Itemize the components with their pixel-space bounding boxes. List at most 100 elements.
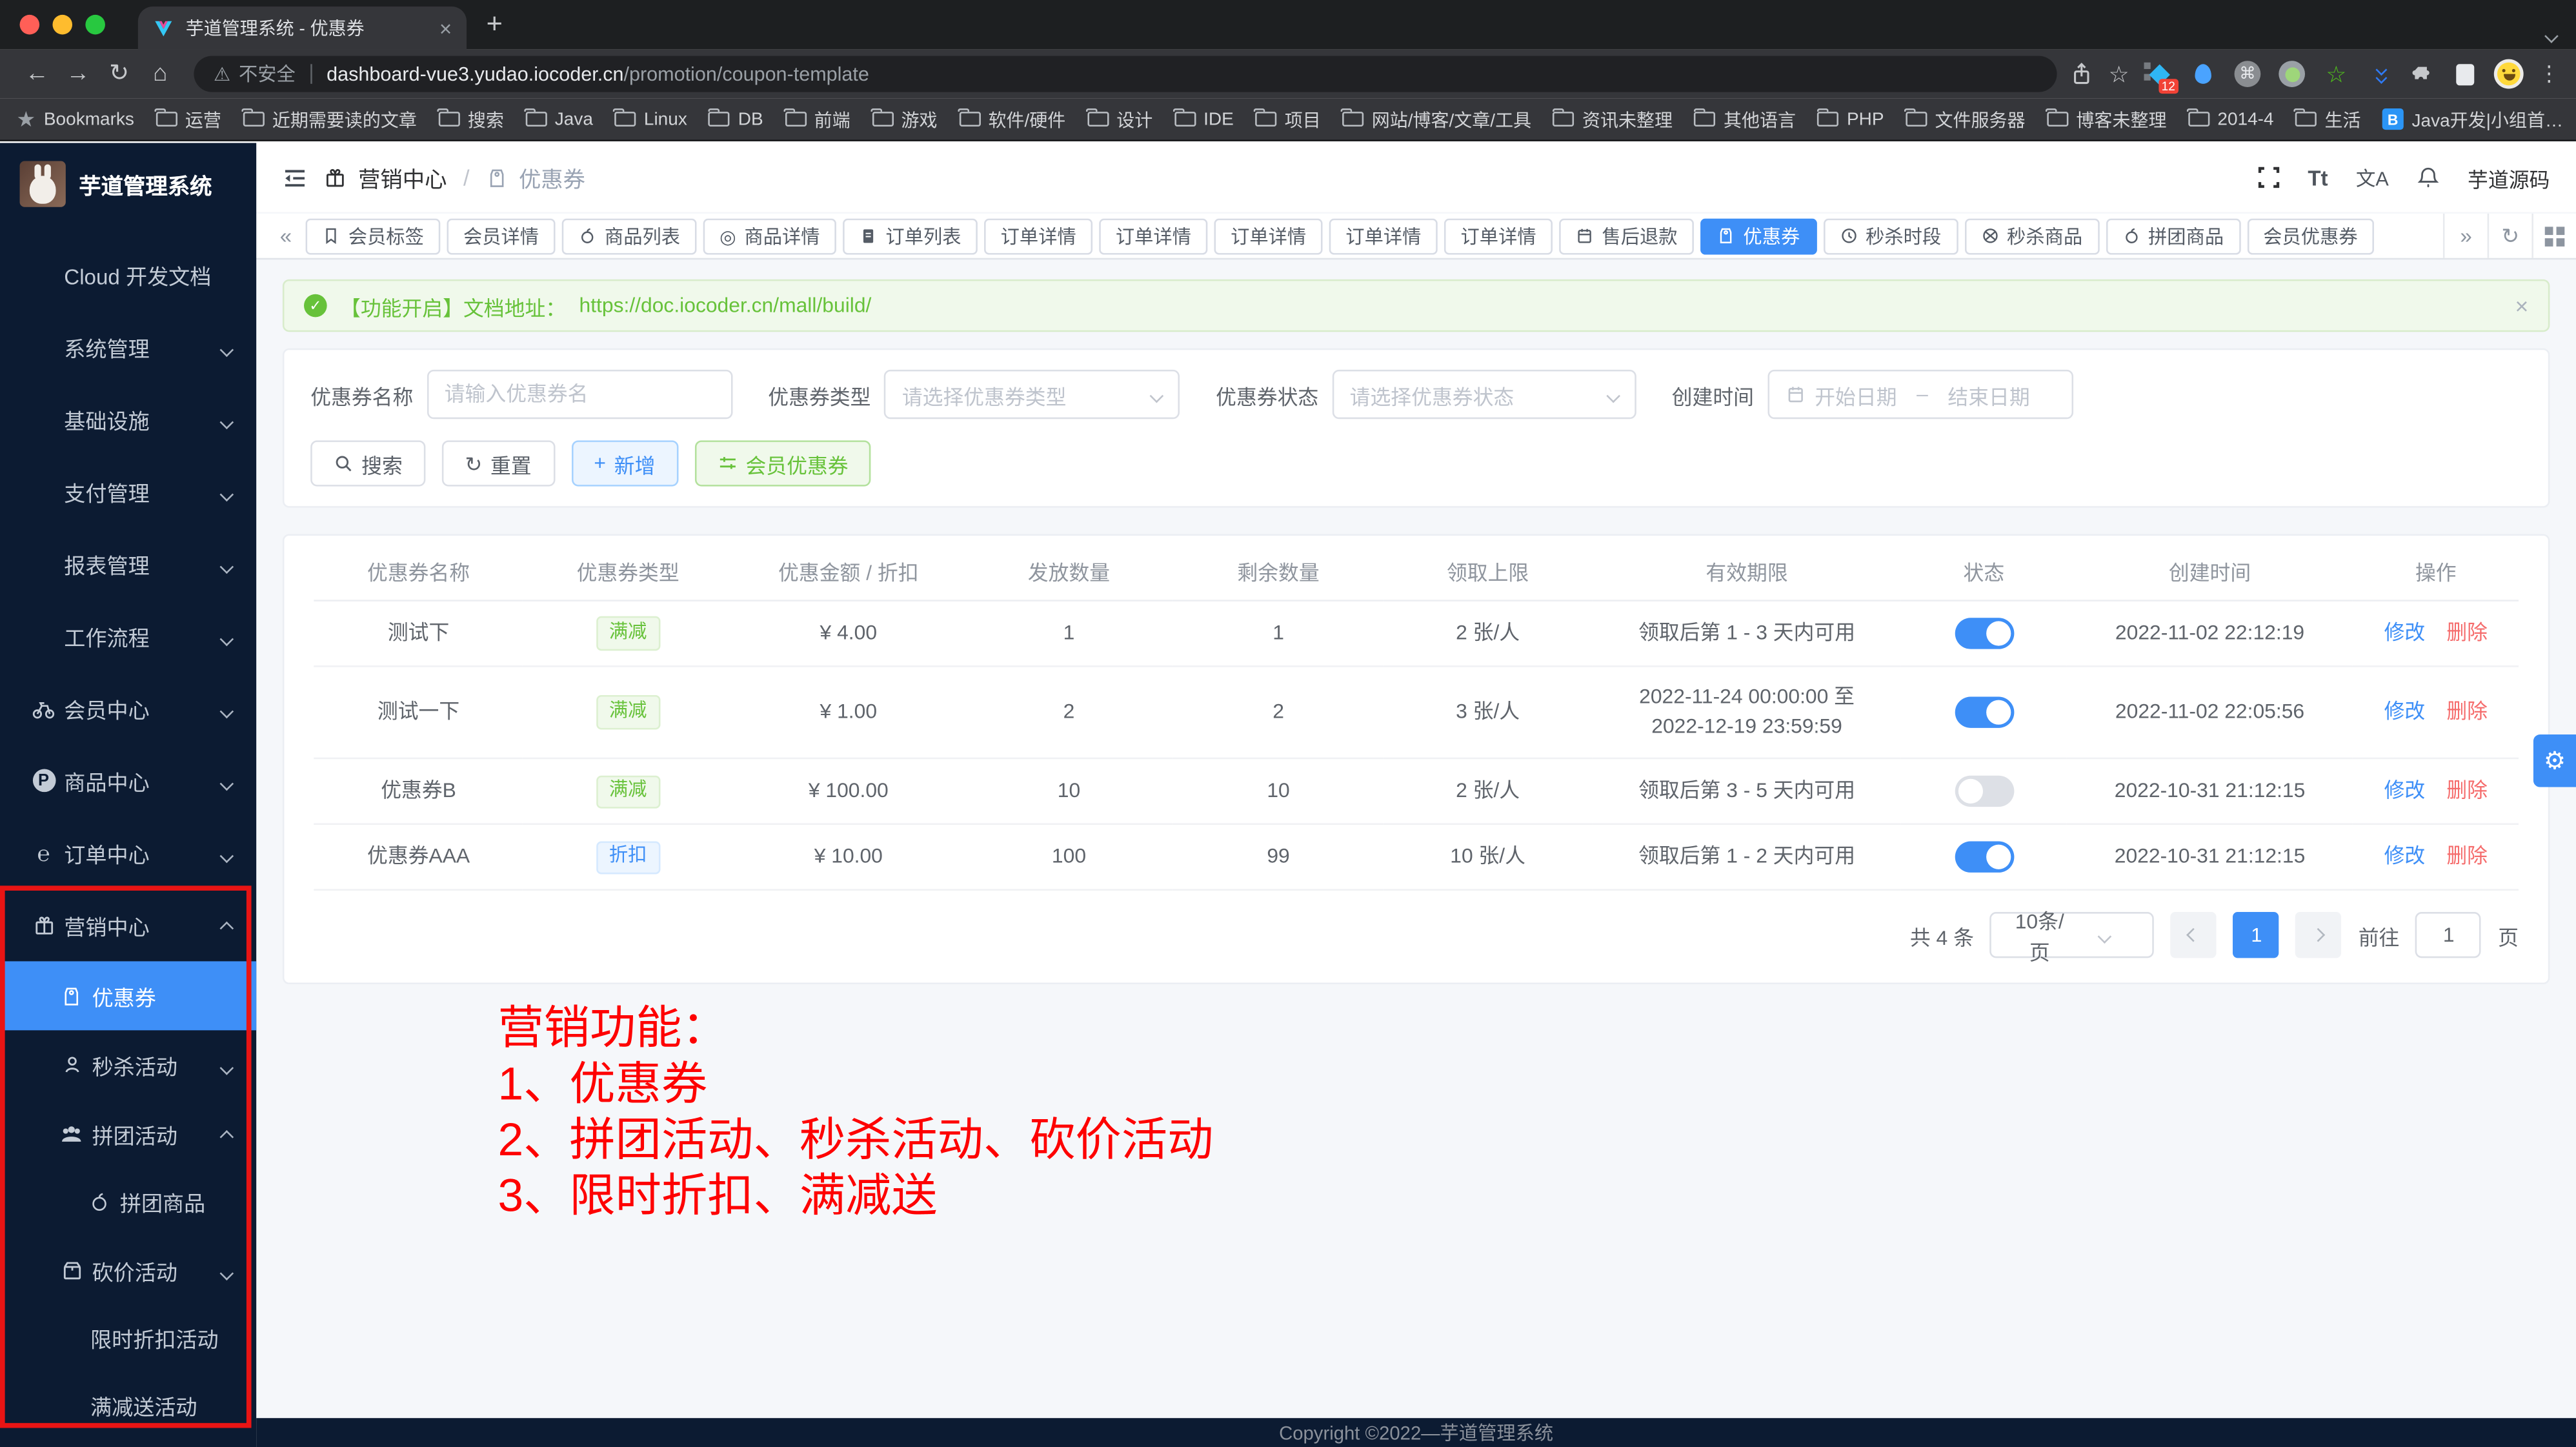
tag-order-detail[interactable]: 订单详情 bbox=[984, 218, 1092, 254]
status-toggle[interactable] bbox=[1955, 842, 2014, 873]
sidebar-item-product[interactable]: P 商品中心 bbox=[0, 744, 256, 816]
bookmark-folder[interactable]: DB bbox=[709, 109, 763, 129]
bookmark-star-icon[interactable]: ☆ bbox=[2109, 60, 2129, 88]
edit-link[interactable]: 修改 bbox=[2384, 779, 2426, 802]
refresh-page-icon[interactable]: ↻ bbox=[2488, 214, 2532, 258]
page-size-select[interactable]: 10条/页 bbox=[1990, 912, 2155, 958]
bookmark-folder[interactable]: 2014-4 bbox=[2188, 109, 2274, 129]
extension-command-icon[interactable]: ⌘ bbox=[2233, 59, 2262, 89]
tag-member-coupon[interactable]: 会员优惠券 bbox=[2247, 218, 2374, 254]
status-toggle[interactable] bbox=[1955, 617, 2014, 648]
status-toggle[interactable] bbox=[1955, 696, 2014, 727]
zoom-window-button[interactable] bbox=[85, 15, 105, 35]
browser-menu-icon[interactable]: ⋮ bbox=[2539, 61, 2560, 87]
sidebar-item-groupbuy-product[interactable]: 拼团商品 bbox=[0, 1168, 256, 1235]
bookmark-folder[interactable]: 文件服务器 bbox=[1906, 106, 2026, 132]
sidebar-item-order[interactable]: ℮ 订单中心 bbox=[0, 816, 256, 889]
bookmark-folder[interactable]: PHP bbox=[1817, 109, 1884, 129]
browser-tab[interactable]: 芋道管理系统 - 优惠券 × bbox=[138, 6, 467, 49]
font-size-icon[interactable]: Tt bbox=[2308, 165, 2328, 190]
back-icon[interactable]: ← bbox=[16, 61, 57, 87]
extension-tampermonkey-icon[interactable]: 12 bbox=[2144, 59, 2174, 89]
tab-close-icon[interactable]: × bbox=[439, 17, 452, 39]
tag-coupon-active[interactable]: 优惠券 bbox=[1700, 218, 1816, 254]
tags-scroll-right-icon[interactable]: » bbox=[2443, 214, 2488, 258]
sidebar-item-groupbuy[interactable]: 拼团活动 bbox=[0, 1099, 256, 1168]
reload-icon[interactable]: ↻ bbox=[99, 61, 140, 87]
bookmark-folder[interactable]: 运营 bbox=[156, 106, 221, 132]
bookmark-folder[interactable]: 搜索 bbox=[438, 106, 504, 132]
breadcrumb-first[interactable]: 营销中心 bbox=[358, 161, 447, 194]
bookmark-folder[interactable]: 软件/硬件 bbox=[959, 106, 1066, 132]
tab-search-icon[interactable] bbox=[2546, 20, 2556, 50]
bookmark-folder[interactable]: 前端 bbox=[785, 106, 850, 132]
notice-close-icon[interactable]: × bbox=[2515, 292, 2528, 319]
sidebar-item-system[interactable]: 系统管理 bbox=[0, 310, 256, 383]
tag-seckill-time[interactable]: 秒杀时段 bbox=[1823, 218, 1958, 254]
bookmark-folder[interactable]: IDE bbox=[1174, 109, 1234, 129]
search-button[interactable]: 搜索 bbox=[310, 440, 425, 486]
sidebar-item-pay[interactable]: 支付管理 bbox=[0, 455, 256, 527]
bookmark-folder[interactable]: 网站/博客/文章/工具 bbox=[1342, 106, 1531, 132]
tag-order-detail[interactable]: 订单详情 bbox=[1099, 218, 1207, 254]
edit-link[interactable]: 修改 bbox=[2384, 845, 2426, 868]
minimize-window-button[interactable] bbox=[52, 15, 72, 35]
user-name[interactable]: 芋道源码 bbox=[2468, 162, 2550, 193]
fullscreen-icon[interactable] bbox=[2257, 166, 2280, 189]
bookmarks-root[interactable]: ★Bookmarks bbox=[16, 106, 134, 132]
tag-groupbuy-product[interactable]: 拼团商品 bbox=[2106, 218, 2240, 254]
sidebar-item-bargain[interactable]: 砍价活动 bbox=[0, 1236, 256, 1305]
collapse-sidebar-icon[interactable] bbox=[283, 165, 307, 190]
coupon-type-select[interactable]: 请选择优惠券类型 bbox=[884, 370, 1180, 419]
tag-order-detail[interactable]: 订单详情 bbox=[1444, 218, 1553, 254]
goto-page-input[interactable] bbox=[2416, 912, 2482, 958]
settings-gear-button[interactable]: ⚙ bbox=[2533, 734, 2576, 787]
sidebar-item-report[interactable]: 报表管理 bbox=[0, 527, 256, 600]
tag-order-list[interactable]: 订单列表 bbox=[843, 218, 978, 254]
layout-grid-icon[interactable] bbox=[2531, 214, 2576, 258]
member-coupon-button[interactable]: 会员优惠券 bbox=[695, 440, 872, 486]
edit-link[interactable]: 修改 bbox=[2384, 700, 2426, 723]
bookmark-folder[interactable]: 游戏 bbox=[872, 106, 938, 132]
delete-link[interactable]: 删除 bbox=[2446, 700, 2488, 723]
extension-star-icon[interactable]: ☆ bbox=[2321, 59, 2351, 89]
bell-icon[interactable] bbox=[2417, 166, 2440, 189]
bookmark-folder[interactable]: 项目 bbox=[1255, 106, 1321, 132]
bookmark-folder[interactable]: 设计 bbox=[1087, 106, 1152, 132]
sidebar-item-infra[interactable]: 基础设施 bbox=[0, 383, 256, 455]
coupon-status-select[interactable]: 请选择优惠券状态 bbox=[1332, 370, 1636, 419]
delete-link[interactable]: 删除 bbox=[2446, 779, 2488, 802]
next-page-button[interactable] bbox=[2296, 912, 2342, 958]
language-icon[interactable]: 文A bbox=[2356, 163, 2389, 191]
close-window-button[interactable] bbox=[20, 15, 40, 35]
sidebar-item-cloud-docs[interactable]: Cloud 开发文档 bbox=[0, 238, 256, 310]
extensions-puzzle-icon[interactable] bbox=[2410, 61, 2435, 86]
bookmark-folder[interactable]: 博客未整理 bbox=[2047, 106, 2167, 132]
bookmark-folder[interactable]: Linux bbox=[614, 109, 687, 129]
new-tab-button[interactable]: + bbox=[487, 8, 503, 41]
security-label[interactable]: 不安全 bbox=[239, 61, 296, 87]
bookmark-site[interactable]: BJava开发|小组首… bbox=[2382, 106, 2563, 132]
extension-record-icon[interactable] bbox=[2277, 59, 2307, 89]
add-button[interactable]: +新增 bbox=[571, 440, 678, 486]
app-logo[interactable]: 芋道管理系统 bbox=[0, 143, 256, 225]
bookmark-folder[interactable]: Java bbox=[525, 109, 593, 129]
tag-after-sale[interactable]: 售后退款 bbox=[1559, 218, 1694, 254]
extension-pin-icon[interactable] bbox=[2188, 59, 2218, 89]
bookmark-folder[interactable]: 资讯未整理 bbox=[1553, 106, 1673, 132]
bookmark-folder[interactable]: 生活 bbox=[2295, 106, 2361, 132]
delete-link[interactable]: 删除 bbox=[2446, 620, 2488, 643]
address-bar[interactable]: ⚠ 不安全 dashboard-vue3.yudao.iocoder.cn/pr… bbox=[194, 56, 2057, 92]
sidebar-item-coupon[interactable]: 优惠券 bbox=[0, 961, 256, 1030]
sidebar-item-member[interactable]: 会员中心 bbox=[0, 672, 256, 744]
share-icon[interactable] bbox=[2071, 63, 2094, 86]
side-panel-icon[interactable] bbox=[2450, 59, 2479, 89]
tag-product-list[interactable]: 商品列表 bbox=[562, 218, 697, 254]
profile-avatar[interactable] bbox=[2494, 59, 2524, 89]
status-toggle[interactable] bbox=[1955, 776, 2014, 807]
tag-seckill-product[interactable]: 秒杀商品 bbox=[1964, 218, 2099, 254]
sidebar-item-seckill[interactable]: 秒杀活动 bbox=[0, 1030, 256, 1099]
forward-icon[interactable]: → bbox=[57, 61, 99, 87]
prev-page-button[interactable] bbox=[2171, 912, 2217, 958]
tag-product-detail[interactable]: ◎商品详情 bbox=[703, 218, 836, 254]
